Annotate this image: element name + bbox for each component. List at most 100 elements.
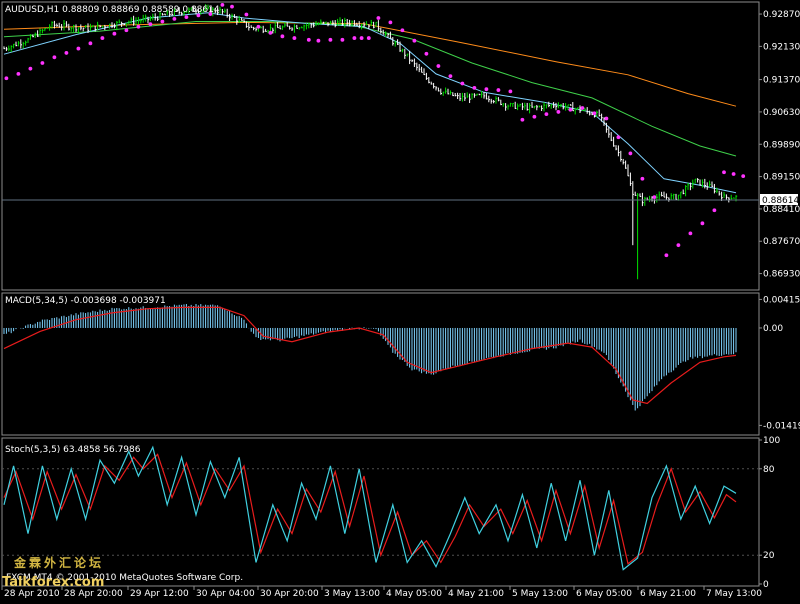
time-tick-label: 4 May 05:00 [386, 589, 442, 599]
sar-dot [160, 19, 165, 24]
current-price-label: 0.88614 [762, 196, 799, 206]
sar-dot [316, 38, 321, 43]
sar-dot [544, 112, 549, 117]
sar-dot [16, 72, 21, 76]
current-price-marker: 0.88614 [760, 194, 799, 206]
sar-dot [496, 88, 501, 92]
sar-dot [688, 231, 693, 236]
sar-dot [580, 106, 585, 110]
time-tick-label: 6 May 05:00 [576, 589, 632, 599]
time-tick-label: 6 May 21:00 [640, 589, 696, 599]
price-y-tick-label: 0.88410 [763, 205, 800, 215]
sar-dot [460, 81, 465, 86]
sar-dot [640, 176, 645, 181]
sar-dot [412, 38, 417, 43]
chart-svg: AUDUSD,H1 0.88809 0.88869 0.88589 0.8861… [0, 0, 800, 600]
sar-dot [722, 170, 726, 175]
sar-dot [28, 66, 33, 71]
sar-dot [359, 36, 364, 40]
sar-dot [664, 253, 669, 258]
macd-y-tick-label: -0.01419 [763, 421, 800, 431]
price-y-tick-label: 0.92870 [763, 10, 800, 20]
time-tick-label: 7 May 13:00 [706, 589, 762, 599]
price-y-tick-label: 0.91370 [763, 76, 800, 86]
sar-dot [112, 31, 117, 36]
sar-dot [268, 30, 273, 35]
sar-dot [556, 110, 561, 114]
sar-dot [508, 89, 513, 94]
sar-dot [136, 24, 141, 29]
price-y-tick-label: 0.89890 [763, 140, 800, 150]
time-tick-label: 30 Apr 20:00 [260, 589, 319, 599]
time-tick-label: 29 Apr 12:00 [130, 589, 189, 599]
sar-dot [124, 28, 129, 33]
sar-dot [741, 174, 746, 179]
sar-dot [400, 28, 405, 33]
forum-logo-site: Talkforex.com [2, 575, 105, 590]
sar-dot [424, 51, 429, 56]
price-y-tick-label: 0.89150 [763, 173, 800, 183]
macd-y-tick-label: 0.00 [763, 324, 783, 334]
sar-dot [676, 243, 681, 248]
sar-dot [230, 4, 234, 9]
sar-dot [352, 36, 357, 40]
sar-dot [532, 114, 537, 119]
sar-dot [484, 87, 489, 92]
sar-dot [148, 22, 153, 26]
sar-dot [340, 37, 345, 42]
stoch-y-tick-label: 20 [763, 551, 775, 561]
sar-dot [604, 116, 609, 121]
sar-dot [731, 172, 736, 176]
sar-dot [592, 111, 597, 116]
stoch-y-tick-label: 0 [763, 580, 769, 590]
chart-root: AUDUSD,H1 0.88809 0.88869 0.88589 0.8861… [0, 0, 800, 600]
price-y-tick-label: 0.90630 [763, 108, 800, 118]
sar-dot [40, 61, 45, 65]
sar-dot [520, 117, 525, 122]
sar-dot [436, 64, 441, 68]
sar-dot [388, 20, 393, 25]
sar-dot [244, 12, 249, 17]
forum-logo-chinese: 金霖外汇论坛 [14, 556, 105, 570]
sar-dot [280, 34, 285, 39]
sar-dot [366, 36, 371, 40]
time-tick-label: 30 Apr 04:00 [196, 589, 255, 599]
sar-dot [256, 24, 261, 29]
sar-dot [448, 74, 453, 78]
macd-y-tick-label: 0.004157 [763, 295, 800, 305]
stoch-title: Stoch(5,3,5) 63.4858 56.7986 [5, 445, 141, 455]
sar-dot [100, 36, 105, 40]
price-y-tick-label: 0.86930 [763, 270, 800, 280]
sar-dot [306, 37, 311, 42]
sar-dot [616, 135, 621, 140]
sar-dot [292, 36, 297, 40]
sar-dot [184, 15, 189, 20]
sar-dot [52, 55, 57, 60]
time-tick-label: 5 May 13:00 [512, 589, 568, 599]
price-y-axis: 0.92870 0.92130 0.91370 0.90630 0.89890 0.891… [759, 10, 800, 280]
sar-dot [712, 208, 717, 213]
sar-dot [472, 85, 477, 90]
price-y-tick-label: 0.87670 [763, 237, 800, 247]
sar-dot [568, 107, 573, 112]
stoch-y-tick-label: 100 [763, 436, 780, 446]
sar-dot [628, 151, 633, 156]
sar-dot [376, 16, 381, 20]
sar-dot [652, 195, 657, 200]
sar-dot [172, 16, 177, 21]
sar-dot [4, 76, 9, 81]
sar-dot [88, 41, 93, 46]
price-y-tick-label: 0.92130 [763, 42, 800, 52]
time-tick-label: 4 May 21:00 [448, 589, 504, 599]
time-tick-label: 28 Apr 20:00 [64, 589, 123, 599]
macd-title: MACD(5,34,5) -0.003698 -0.003971 [5, 296, 166, 306]
sar-dot [76, 46, 81, 51]
sar-dot [64, 51, 69, 55]
sar-dot [220, 2, 225, 7]
sar-dot [328, 37, 333, 42]
time-tick-label: 28 Apr 2010 [4, 589, 60, 599]
stoch-y-tick-label: 80 [763, 465, 775, 475]
time-tick-label: 3 May 13:00 [324, 589, 380, 599]
price-title: AUDUSD,H1 0.88809 0.88869 0.88589 0.8861… [5, 5, 220, 15]
sar-dot [700, 221, 705, 226]
